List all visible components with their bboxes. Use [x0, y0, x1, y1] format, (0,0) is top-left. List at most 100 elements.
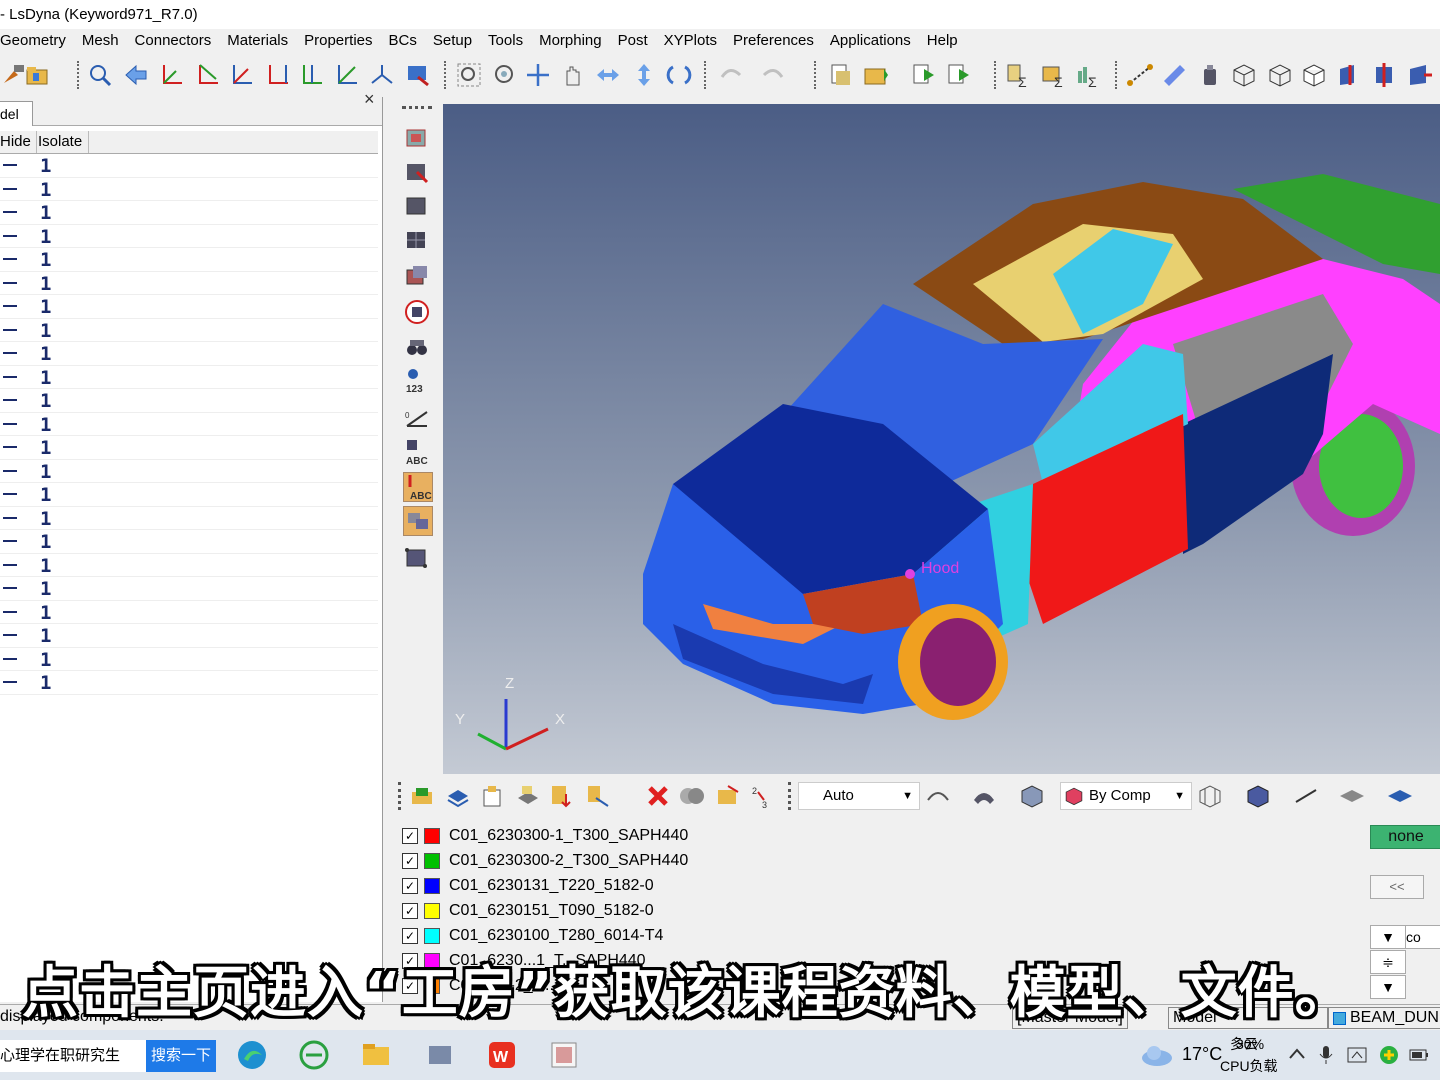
- layer-blue-icon[interactable]: [444, 782, 472, 810]
- previous-view-icon[interactable]: [122, 61, 150, 89]
- menu-materials[interactable]: Materials: [219, 29, 296, 53]
- table-row[interactable]: 1: [0, 671, 378, 695]
- summary-icon[interactable]: Σ: [1004, 61, 1032, 89]
- list-item[interactable]: ✓ C01_6230100_T280_6014-T4: [402, 925, 663, 947]
- menu-properties[interactable]: Properties: [296, 29, 380, 53]
- hide-toggle[interactable]: [3, 211, 17, 213]
- zoom-icon[interactable]: [86, 61, 114, 89]
- scroll-down-button[interactable]: ▼: [1370, 925, 1406, 949]
- mask-icon[interactable]: [403, 158, 431, 186]
- table-row[interactable]: 1: [0, 154, 378, 178]
- table-row[interactable]: 1: [0, 460, 378, 483]
- ruler-icon[interactable]: [1160, 61, 1188, 89]
- taskbar-search-input[interactable]: 心理学在职研究生: [0, 1040, 146, 1072]
- menu-morphing[interactable]: Morphing: [531, 29, 610, 53]
- hide-toggle[interactable]: [3, 540, 17, 542]
- table-row[interactable]: 1: [0, 178, 378, 201]
- import-folder-icon[interactable]: [862, 61, 890, 89]
- cube-wire-icon[interactable]: [1230, 61, 1258, 89]
- tab-model[interactable]: del: [0, 101, 33, 126]
- menu-connectors[interactable]: Connectors: [127, 29, 220, 53]
- plane-icon[interactable]: [1338, 782, 1366, 810]
- table-row[interactable]: 1: [0, 366, 378, 389]
- numbers-icon[interactable]: 123: [403, 366, 431, 394]
- isolate-value[interactable]: 1: [40, 649, 51, 671]
- pan-icon[interactable]: [524, 61, 552, 89]
- menu-tools[interactable]: Tools: [480, 29, 531, 53]
- label-abc-red-icon[interactable]: ABC: [403, 472, 433, 502]
- chevron-up-icon[interactable]: [1288, 1046, 1306, 1062]
- table-row[interactable]: 1: [0, 319, 378, 342]
- hide-toggle[interactable]: [3, 516, 17, 519]
- table-row[interactable]: 1: [0, 648, 378, 671]
- list-item[interactable]: ✓ C01_6230151_T090_5182-0: [402, 900, 654, 922]
- solid-icon[interactable]: [1018, 782, 1046, 810]
- checkbox[interactable]: ✓: [402, 903, 418, 919]
- table-row[interactable]: 1: [0, 272, 378, 295]
- hide-toggle[interactable]: [3, 657, 17, 660]
- zoom-window-icon[interactable]: [455, 61, 483, 89]
- organize-icon[interactable]: [714, 782, 742, 810]
- microphone-icon[interactable]: [1318, 1044, 1334, 1066]
- table-row[interactable]: 1: [0, 248, 378, 272]
- hide-toggle[interactable]: [3, 422, 17, 425]
- unmask-icon[interactable]: [403, 192, 431, 220]
- isolate-value[interactable]: 1: [40, 461, 51, 483]
- plane-clip-icon[interactable]: [1406, 61, 1434, 89]
- import-icon[interactable]: [826, 61, 854, 89]
- table-row[interactable]: 1: [0, 295, 378, 319]
- menu-setup[interactable]: Setup: [425, 29, 480, 53]
- renumber-icon[interactable]: 23: [748, 782, 776, 810]
- zoom-fit-icon[interactable]: [491, 61, 519, 89]
- table-row[interactable]: 1: [0, 554, 378, 577]
- list-item[interactable]: ✓ C01_6230300-2_T300_SAPH440: [402, 850, 688, 872]
- view-yz-icon[interactable]: [298, 61, 326, 89]
- back-button[interactable]: <<: [1370, 875, 1424, 899]
- component-color-icon[interactable]: [408, 782, 436, 810]
- table-row[interactable]: 1: [0, 601, 378, 624]
- edge-browser-icon[interactable]: [236, 1039, 268, 1071]
- display-icon[interactable]: [404, 61, 432, 89]
- table-row[interactable]: 1: [0, 201, 378, 225]
- isolate-value[interactable]: 1: [40, 578, 51, 600]
- summary-chart-icon[interactable]: Σ: [1074, 61, 1102, 89]
- hide-toggle[interactable]: [3, 587, 17, 589]
- isolate-value[interactable]: 1: [40, 226, 51, 248]
- table-row[interactable]: 1: [0, 436, 378, 460]
- table-row[interactable]: 1: [0, 624, 378, 648]
- view-xz-icon[interactable]: [264, 61, 292, 89]
- hide-toggle[interactable]: [3, 375, 17, 378]
- isolate-value[interactable]: 1: [40, 273, 51, 295]
- surface-icon[interactable]: [970, 782, 998, 810]
- frame-icon[interactable]: [403, 544, 431, 572]
- close-icon[interactable]: ×: [364, 89, 375, 110]
- isolate-value[interactable]: 1: [40, 555, 51, 577]
- column-header-hide[interactable]: Hide: [0, 131, 37, 153]
- isolate-value[interactable]: 1: [40, 249, 51, 271]
- isolate-value[interactable]: 1: [40, 602, 51, 624]
- isolate-value[interactable]: 1: [40, 202, 51, 224]
- menu-geometry[interactable]: Geometry: [0, 29, 74, 53]
- app-window-icon[interactable]: [424, 1039, 456, 1071]
- table-row[interactable]: 1: [0, 507, 378, 530]
- menu-bcs[interactable]: BCs: [381, 29, 425, 53]
- isolate-value[interactable]: 1: [40, 625, 51, 647]
- checkbox[interactable]: ✓: [402, 828, 418, 844]
- column-header-isolate[interactable]: Isolate: [38, 131, 89, 153]
- plane-blue-icon[interactable]: [1386, 782, 1414, 810]
- browser-e-icon[interactable]: [298, 1039, 330, 1071]
- cube-outline-icon[interactable]: [1266, 61, 1294, 89]
- isolate-value[interactable]: 1: [40, 155, 51, 177]
- undo-icon[interactable]: [716, 61, 744, 89]
- cube-icon[interactable]: [1300, 61, 1328, 89]
- hide-toggle[interactable]: [3, 446, 17, 448]
- curve-icon[interactable]: [924, 782, 952, 810]
- hide-toggle[interactable]: [3, 634, 17, 636]
- hypermesh-icon[interactable]: [548, 1039, 580, 1071]
- export-icon[interactable]: [910, 61, 938, 89]
- isolate-value[interactable]: 1: [40, 508, 51, 530]
- graphics-viewport[interactable]: Hood Z Y X: [443, 104, 1440, 774]
- export-list-icon[interactable]: [945, 61, 973, 89]
- none-button[interactable]: none: [1370, 825, 1440, 849]
- open-folder-icon[interactable]: [24, 61, 52, 89]
